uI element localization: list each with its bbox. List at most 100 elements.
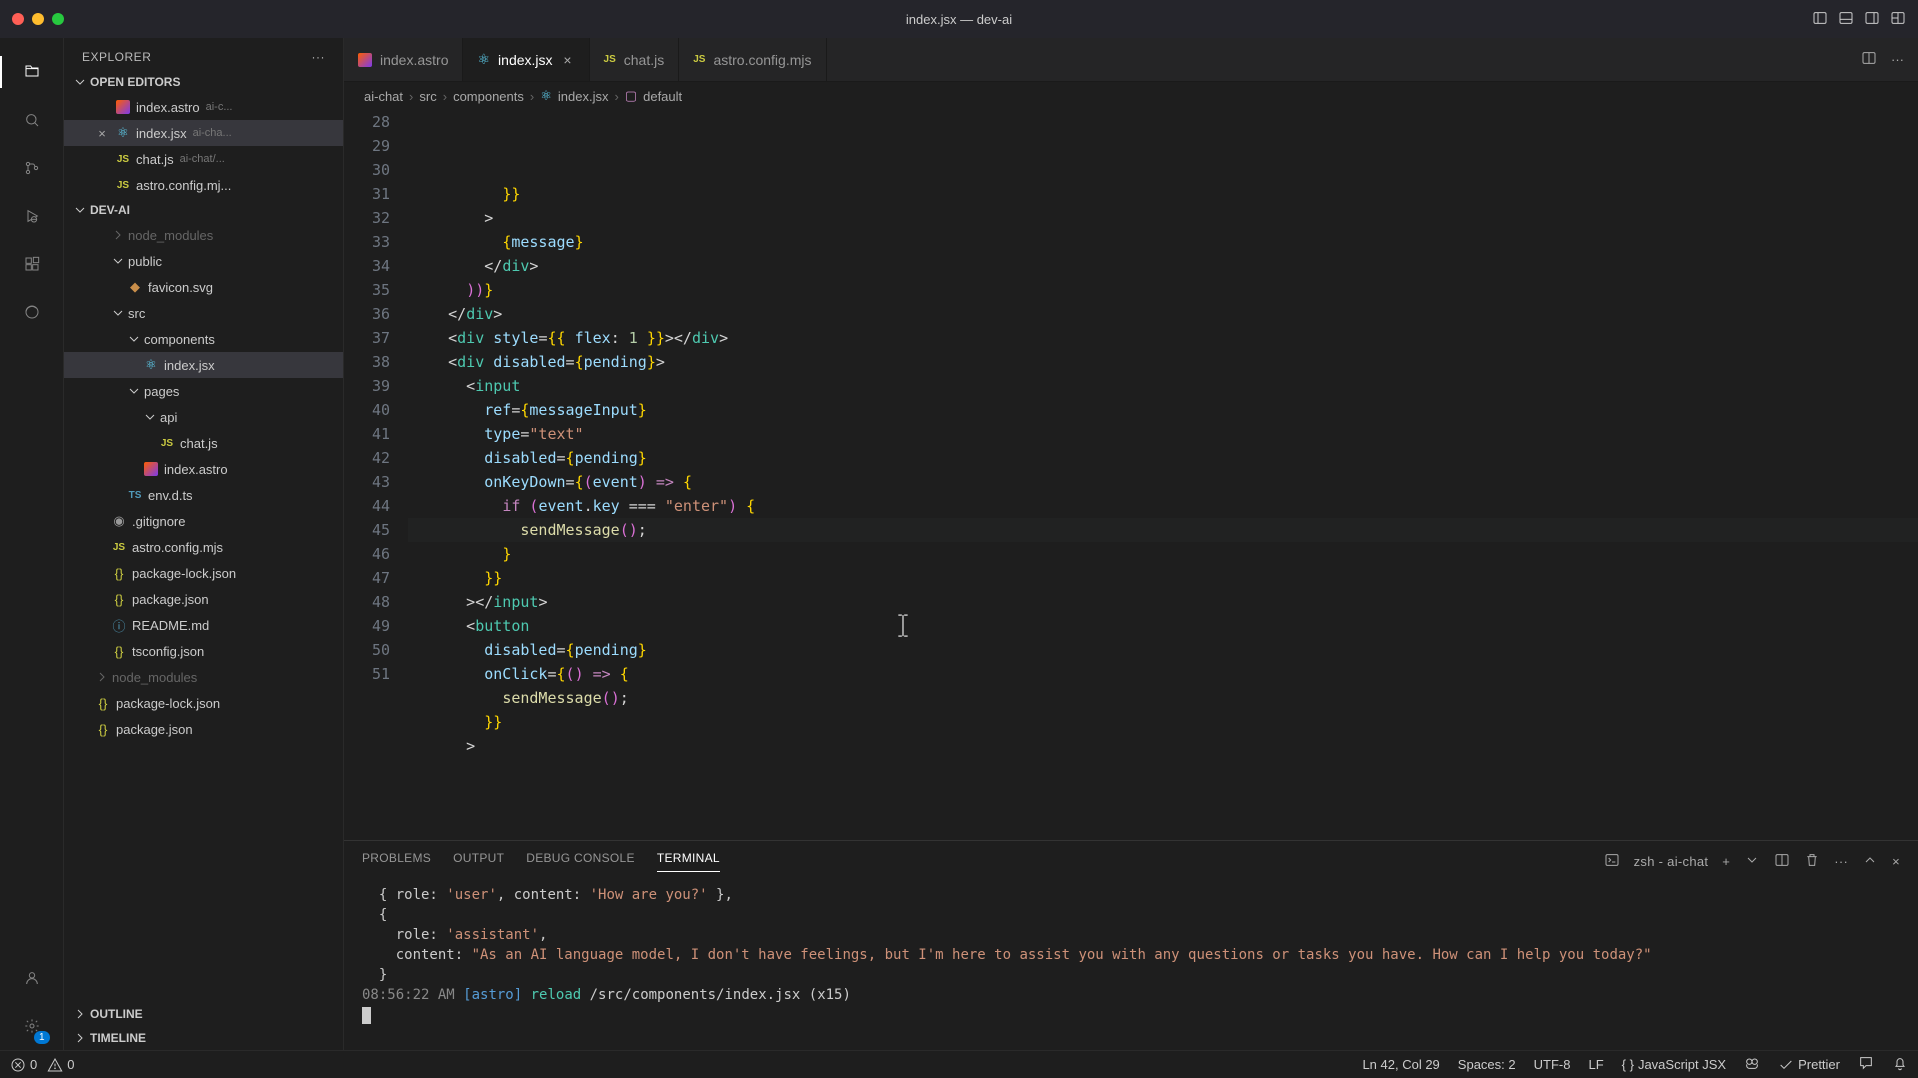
close-panel-icon[interactable]: × [1892, 854, 1900, 869]
tree-folder[interactable]: src [64, 300, 343, 326]
breadcrumbs[interactable]: ai-chat› src› components› ⚛ index.jsx› ▢… [344, 82, 1918, 110]
settings-activity-icon[interactable]: 1 [8, 1002, 56, 1050]
shell-label[interactable]: zsh - ai-chat [1634, 854, 1709, 869]
more-icon[interactable]: ··· [312, 50, 326, 64]
file-tree: node_modules public ◆favicon.svg src com… [64, 222, 343, 1002]
edge-activity-icon[interactable] [8, 288, 56, 336]
status-warnings[interactable]: 0 [47, 1057, 74, 1073]
panel-left-icon[interactable] [1812, 10, 1828, 29]
js-icon: JS [604, 54, 616, 65]
open-editor-item[interactable]: index.astro ai-c... [64, 94, 343, 120]
account-activity-icon[interactable] [8, 954, 56, 1002]
code-content[interactable]: }} > {message} </div> ))} </div> <div st… [408, 110, 1918, 840]
terminal-dropdown-icon[interactable] [1744, 852, 1760, 871]
text-cursor-icon [788, 590, 802, 610]
react-icon: ⚛ [477, 51, 490, 68]
tree-folder[interactable]: node_modules [64, 222, 343, 248]
tab-chat-js[interactable]: JS chat.js [590, 38, 680, 81]
tree-file[interactable]: ◉.gitignore [64, 508, 343, 534]
code-editor[interactable]: 2829303132333435363738394041424344454647… [344, 110, 1918, 840]
tree-folder[interactable]: pages [64, 378, 343, 404]
gitignore-icon: ◉ [110, 513, 128, 529]
tree-file[interactable]: {}package.json [64, 586, 343, 612]
tree-folder[interactable]: public [64, 248, 343, 274]
json-icon: {} [94, 722, 112, 737]
open-editor-item[interactable]: JS astro.config.mj... [64, 172, 343, 198]
kill-terminal-icon[interactable] [1804, 852, 1820, 871]
terminal-shell-icon[interactable] [1604, 852, 1620, 871]
split-terminal-icon[interactable] [1774, 852, 1790, 871]
status-encoding[interactable]: UTF-8 [1534, 1057, 1571, 1072]
status-spaces[interactable]: Spaces: 2 [1458, 1057, 1516, 1072]
status-copilot-icon[interactable] [1744, 1055, 1760, 1074]
panel-tab-debug-console[interactable]: DEBUG CONSOLE [526, 851, 635, 871]
tree-file[interactable]: index.astro [64, 456, 343, 482]
status-eol[interactable]: LF [1588, 1057, 1603, 1072]
titlebar: index.jsx — dev-ai [0, 0, 1918, 38]
json-icon: {} [110, 592, 128, 607]
status-language[interactable]: { }JavaScript JSX [1622, 1057, 1726, 1072]
tree-file[interactable]: JSastro.config.mjs [64, 534, 343, 560]
extensions-activity-icon[interactable] [8, 240, 56, 288]
js-icon: JS [114, 154, 132, 165]
panel-bottom-icon[interactable] [1838, 10, 1854, 29]
open-editor-item[interactable]: JS chat.js ai-chat/... [64, 146, 343, 172]
json-icon: {} [110, 644, 128, 659]
tree-file[interactable]: {}package-lock.json [64, 560, 343, 586]
editor-tabs: index.astro ⚛ index.jsx × JS chat.js JS … [344, 38, 1918, 82]
run-debug-activity-icon[interactable] [8, 192, 56, 240]
search-activity-icon[interactable] [8, 96, 56, 144]
more-terminal-icon[interactable]: ··· [1834, 854, 1848, 869]
readme-icon: ⓘ [110, 616, 128, 635]
tree-folder[interactable]: api [64, 404, 343, 430]
maximize-window-button[interactable] [52, 13, 64, 25]
status-feedback-icon[interactable] [1858, 1055, 1874, 1074]
tree-file-selected[interactable]: ⚛index.jsx [64, 352, 343, 378]
timeline-section[interactable]: TIMELINE [64, 1026, 343, 1050]
panel-tab-output[interactable]: OUTPUT [453, 851, 504, 871]
activity-bar: 1 [0, 38, 64, 1050]
react-icon: ⚛ [142, 357, 160, 373]
react-icon: ⚛ [540, 88, 552, 104]
more-actions-icon[interactable]: ··· [1891, 52, 1904, 67]
split-editor-icon[interactable] [1861, 50, 1877, 69]
close-editor-icon[interactable]: × [94, 126, 110, 141]
tree-file[interactable]: TSenv.d.ts [64, 482, 343, 508]
tree-file[interactable]: {}package.json [64, 716, 343, 742]
outline-section[interactable]: OUTLINE [64, 1002, 343, 1026]
source-control-activity-icon[interactable] [8, 144, 56, 192]
tree-file[interactable]: JSchat.js [64, 430, 343, 456]
project-section[interactable]: DEV-AI [64, 198, 343, 222]
tree-folder[interactable]: node_modules [64, 664, 343, 690]
tree-folder[interactable]: components [64, 326, 343, 352]
close-window-button[interactable] [12, 13, 24, 25]
minimize-window-button[interactable] [32, 13, 44, 25]
status-errors[interactable]: 0 [10, 1057, 37, 1073]
explorer-activity-icon[interactable] [8, 48, 56, 96]
tab-astro-config[interactable]: JS astro.config.mjs [679, 38, 826, 81]
panel-tab-terminal[interactable]: TERMINAL [657, 851, 720, 872]
svg-icon: ◆ [126, 279, 144, 295]
tree-file[interactable]: {}package-lock.json [64, 690, 343, 716]
layout-icon[interactable] [1890, 10, 1906, 29]
close-tab-icon[interactable]: × [561, 52, 575, 68]
tree-file[interactable]: {}tsconfig.json [64, 638, 343, 664]
tab-index-astro[interactable]: index.astro [344, 38, 463, 81]
panel-tab-problems[interactable]: PROBLEMS [362, 851, 431, 871]
js-icon: JS [114, 180, 132, 191]
status-position[interactable]: Ln 42, Col 29 [1362, 1057, 1439, 1072]
panel-right-icon[interactable] [1864, 10, 1880, 29]
tree-file[interactable]: ◆favicon.svg [64, 274, 343, 300]
status-bar: 0 0 Ln 42, Col 29 Spaces: 2 UTF-8 LF { }… [0, 1050, 1918, 1078]
tab-index-jsx[interactable]: ⚛ index.jsx × [463, 38, 589, 81]
status-bell-icon[interactable] [1892, 1055, 1908, 1074]
open-editor-item[interactable]: × ⚛ index.jsx ai-cha... [64, 120, 343, 146]
new-terminal-icon[interactable]: + [1722, 854, 1730, 869]
maximize-panel-icon[interactable] [1862, 852, 1878, 871]
open-editors-section[interactable]: OPEN EDITORS [64, 70, 343, 94]
editor-region: index.astro ⚛ index.jsx × JS chat.js JS … [344, 38, 1918, 1050]
settings-badge: 1 [34, 1031, 50, 1044]
tree-file[interactable]: ⓘREADME.md [64, 612, 343, 638]
status-prettier[interactable]: Prettier [1778, 1057, 1840, 1073]
terminal-output[interactable]: { role: 'user', content: 'How are you?' … [344, 881, 1918, 1050]
